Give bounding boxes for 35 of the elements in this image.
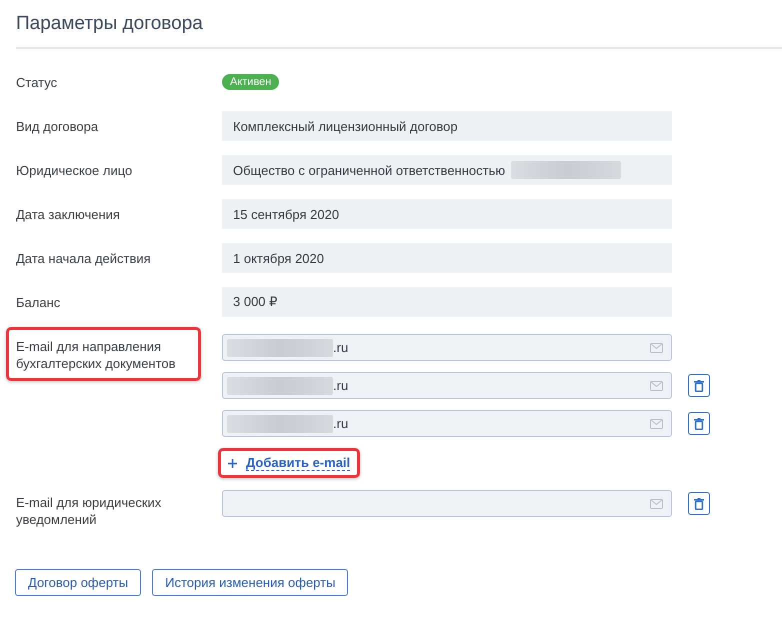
envelope-icon [650, 418, 663, 428]
value-text: 15 сентября 2020 [233, 206, 340, 222]
email-text: .ru [333, 378, 348, 393]
field-label: E-mail для юридических уведомлений [16, 494, 162, 528]
field-label: Дата заключения [16, 206, 121, 222]
value-text: Комплексный лицензионный договор [233, 118, 458, 134]
envelope-icon [650, 380, 663, 390]
page-title: Параметры договора [16, 12, 203, 34]
trash-icon [694, 418, 704, 430]
value-text: 1 октября 2020 [233, 250, 324, 266]
delete-button[interactable] [688, 492, 710, 515]
email-field[interactable]: .ru [222, 372, 672, 399]
email-field[interactable]: .ru [222, 334, 672, 361]
trash-icon [694, 498, 704, 510]
delete-button[interactable] [688, 412, 710, 435]
action-button[interactable]: Договор оферты [15, 569, 142, 596]
plus-icon [228, 458, 237, 468]
envelope-icon [650, 498, 663, 508]
value-text: 3 000 ₽ [233, 294, 278, 310]
email-field[interactable]: .ru [222, 410, 672, 437]
envelope-icon [650, 342, 663, 352]
action-button[interactable]: История изменения оферты [152, 569, 348, 596]
field-label: Баланс [16, 294, 62, 310]
field-label: Статус [16, 74, 58, 90]
delete-button[interactable] [688, 374, 710, 397]
email-text: .ru [333, 416, 348, 431]
value-text: Общество с ограниченной ответственностью [233, 162, 506, 178]
field-label: Юридическое лицо [16, 162, 134, 178]
trash-icon [694, 380, 704, 392]
field-label: E-mail для направления бухгалтерских документов [16, 338, 177, 372]
email-field[interactable] [222, 490, 672, 517]
field-label: Вид договора [16, 118, 100, 134]
status-badge: Активен [222, 74, 280, 90]
email-text: .ru [333, 340, 348, 355]
field-label: Дата начала действия [16, 250, 152, 266]
